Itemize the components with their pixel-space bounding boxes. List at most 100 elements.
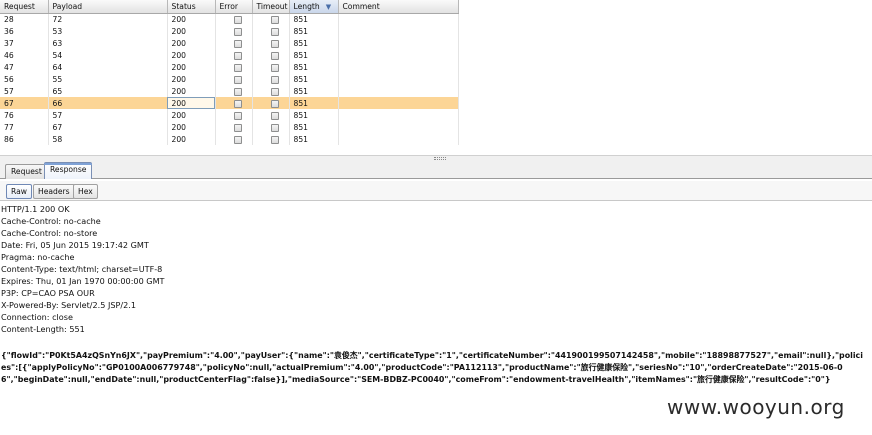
- response-header-line: P3P: CP=CAO PSA OUR: [1, 288, 95, 298]
- table-body: 28 72 200 851 36 53 200 851 37 63 200 851 46 54 200 851…: [0, 13, 459, 145]
- table-row[interactable]: 57 65 200 851: [0, 85, 459, 97]
- error-checkbox[interactable]: [233, 87, 242, 96]
- cell-comment: [338, 85, 459, 97]
- timeout-checkbox[interactable]: [270, 75, 279, 84]
- cell-status: 200: [167, 73, 216, 85]
- table-row[interactable]: 86 58 200 851: [0, 133, 459, 145]
- column-header-length[interactable]: Length ▼: [289, 0, 339, 14]
- cell-length: 851: [289, 13, 339, 25]
- sort-descending-icon: ▼: [325, 2, 332, 11]
- error-checkbox[interactable]: [233, 135, 242, 144]
- cell-payload: 55: [48, 73, 168, 85]
- cell-error: [215, 73, 253, 85]
- intruder-results-table: Request Payload Status Error Timeout Len…: [0, 0, 872, 155]
- cell-status: 200: [167, 133, 216, 145]
- table-row[interactable]: 36 53 200 851: [0, 25, 459, 37]
- timeout-checkbox[interactable]: [270, 15, 279, 24]
- cell-length: 851: [289, 133, 339, 145]
- error-checkbox[interactable]: [233, 63, 242, 72]
- cell-comment: [338, 25, 459, 37]
- column-header-error[interactable]: Error: [215, 0, 253, 14]
- cell-timeout: [252, 109, 290, 121]
- response-status-line: HTTP/1.1 200 OK: [1, 204, 70, 214]
- cell-request: 77: [0, 121, 49, 133]
- error-checkbox[interactable]: [233, 75, 242, 84]
- cell-comment: [338, 109, 459, 121]
- subtab-hex[interactable]: Hex: [73, 184, 98, 199]
- cell-length: 851: [289, 85, 339, 97]
- subtab-raw[interactable]: Raw: [6, 184, 32, 199]
- timeout-checkbox[interactable]: [270, 27, 279, 36]
- tab-request[interactable]: Request: [5, 164, 48, 179]
- error-checkbox[interactable]: [233, 51, 242, 60]
- subtab-headers[interactable]: Headers: [33, 184, 75, 199]
- timeout-checkbox[interactable]: [270, 123, 279, 132]
- table-row[interactable]: 56 55 200 851: [0, 73, 459, 85]
- cell-request: 56: [0, 73, 49, 85]
- cell-payload: 64: [48, 61, 168, 73]
- cell-length: 851: [289, 73, 339, 85]
- cell-timeout: [252, 121, 290, 133]
- column-header-payload[interactable]: Payload: [48, 0, 168, 14]
- cell-payload: 66: [48, 97, 168, 109]
- timeout-checkbox[interactable]: [270, 111, 279, 120]
- timeout-checkbox[interactable]: [270, 87, 279, 96]
- column-header-timeout[interactable]: Timeout: [252, 0, 290, 14]
- table-row[interactable]: 76 57 200 851: [0, 109, 459, 121]
- cell-timeout: [252, 37, 290, 49]
- cell-comment: [338, 13, 459, 25]
- response-header-line: Expires: Thu, 01 Jan 1970 00:00:00 GMT: [1, 276, 165, 286]
- cell-error: [215, 109, 253, 121]
- table-row[interactable]: 46 54 200 851: [0, 49, 459, 61]
- cell-status: 200: [167, 13, 216, 25]
- error-checkbox[interactable]: [233, 99, 242, 108]
- cell-timeout: [252, 25, 290, 37]
- cell-payload: 65: [48, 85, 168, 97]
- column-header-status[interactable]: Status: [167, 0, 216, 14]
- timeout-checkbox[interactable]: [270, 51, 279, 60]
- cell-comment: [338, 49, 459, 61]
- cell-payload: 63: [48, 37, 168, 49]
- table-row[interactable]: 28 72 200 851: [0, 13, 459, 25]
- column-header-comment[interactable]: Comment: [338, 0, 459, 14]
- error-checkbox[interactable]: [233, 111, 242, 120]
- error-checkbox[interactable]: [233, 39, 242, 48]
- table-row[interactable]: 77 67 200 851: [0, 121, 459, 133]
- cell-error: [215, 121, 253, 133]
- cell-error: [215, 37, 253, 49]
- cell-request: 76: [0, 109, 49, 121]
- table-row[interactable]: 47 64 200 851: [0, 61, 459, 73]
- timeout-checkbox[interactable]: [270, 135, 279, 144]
- cell-length: 851: [289, 97, 339, 109]
- cell-length: 851: [289, 121, 339, 133]
- view-subtabs: Raw Headers Hex: [0, 181, 872, 201]
- cell-payload: 72: [48, 13, 168, 25]
- cell-status: 200: [167, 37, 216, 49]
- cell-payload: 54: [48, 49, 168, 61]
- timeout-checkbox[interactable]: [270, 39, 279, 48]
- cell-request: 37: [0, 37, 49, 49]
- response-json-body: {"flowId":"P0Kt5A4zQSnYn6JX","payPremium…: [1, 351, 863, 384]
- cell-length: 851: [289, 37, 339, 49]
- cell-timeout: [252, 61, 290, 73]
- error-checkbox[interactable]: [233, 15, 242, 24]
- splitter-grip-icon[interactable]: [434, 157, 446, 160]
- column-header-request[interactable]: Request: [0, 0, 49, 14]
- error-checkbox[interactable]: [233, 123, 242, 132]
- tab-response[interactable]: Response: [44, 162, 93, 179]
- cell-comment: [338, 97, 459, 109]
- timeout-checkbox[interactable]: [270, 63, 279, 72]
- response-header-line: X-Powered-By: Servlet/2.5 JSP/2.1: [1, 300, 136, 310]
- cell-comment: [338, 73, 459, 85]
- error-checkbox[interactable]: [233, 27, 242, 36]
- table-row[interactable]: 37 63 200 851: [0, 37, 459, 49]
- cell-request: 28: [0, 13, 49, 25]
- timeout-checkbox[interactable]: [270, 99, 279, 108]
- cell-timeout: [252, 133, 290, 145]
- table-row[interactable]: 67 66 200 851: [0, 97, 459, 109]
- cell-error: [215, 13, 253, 25]
- response-header-line: Content-Length: 551: [1, 324, 85, 334]
- cell-status: 200: [167, 25, 216, 37]
- cell-payload: 57: [48, 109, 168, 121]
- table-header-row: Request Payload Status Error Timeout Len…: [0, 0, 459, 14]
